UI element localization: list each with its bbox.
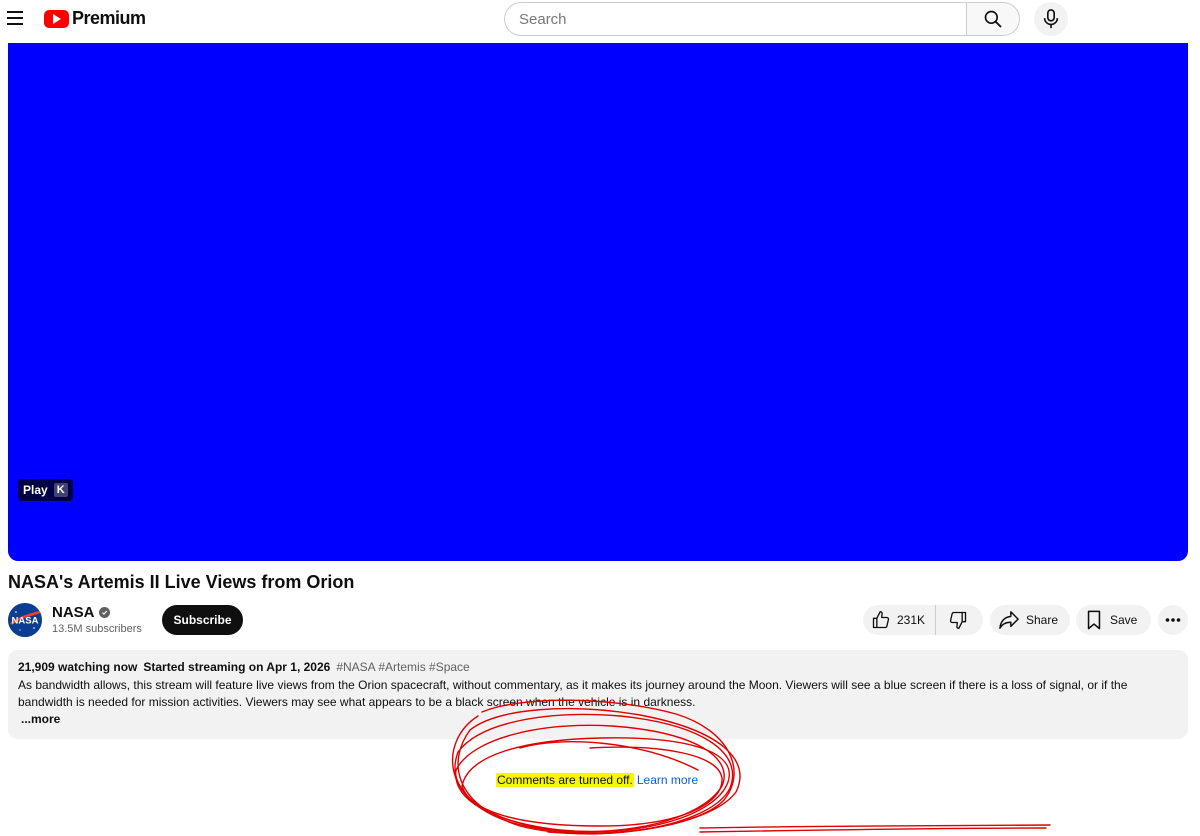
video-title: NASA's Artemis II Live Views from Orion	[8, 572, 355, 592]
more-horizontal-icon	[1165, 618, 1181, 622]
comments-off-text: Comments are turned off.	[496, 773, 634, 787]
like-dislike-group: 231K	[863, 605, 983, 635]
play-tooltip: Play K	[18, 479, 73, 501]
dislike-button[interactable]	[936, 605, 980, 635]
like-button[interactable]: 231K	[863, 605, 937, 635]
watching-count: 21,909 watching now	[18, 660, 138, 674]
nasa-logo-icon: NASA	[8, 603, 42, 637]
description-more-button[interactable]: ...more	[21, 711, 60, 728]
youtube-play-logo-icon	[44, 9, 69, 28]
top-bar: Premium	[0, 0, 1200, 43]
learn-more-link[interactable]: Learn more	[637, 773, 698, 787]
stream-start-date: Started streaming on Apr 1, 2026	[143, 660, 331, 674]
voice-search-button[interactable]	[1034, 2, 1068, 36]
channel-avatar[interactable]: NASA	[8, 603, 42, 637]
svg-text:NASA: NASA	[12, 616, 39, 627]
verified-check-icon	[98, 607, 110, 618]
share-button[interactable]: Share	[990, 605, 1070, 635]
microphone-icon	[1043, 9, 1059, 29]
search-input[interactable]	[504, 2, 966, 36]
comments-notice: Comments are turned off. Learn more	[496, 773, 698, 787]
search-icon	[984, 10, 1002, 28]
subscribe-button[interactable]: Subscribe	[162, 605, 243, 635]
description-text: As bandwidth allows, this stream will fe…	[18, 678, 1128, 709]
share-label: Share	[1026, 613, 1059, 627]
like-count: 231K	[897, 613, 926, 627]
channel-name-text: NASA	[52, 604, 95, 621]
search-button[interactable]	[966, 2, 1020, 36]
video-player[interactable]: Play K	[8, 43, 1188, 561]
save-label: Save	[1110, 613, 1138, 627]
more-actions-button[interactable]	[1158, 605, 1188, 635]
subscriber-count: 13.5M subscribers	[52, 623, 142, 635]
video-meta-row: 21,909 watching now Started streaming on…	[18, 659, 1178, 676]
hashtag-links[interactable]: #NASA #Artemis #Space	[336, 659, 469, 676]
thumbs-down-icon	[949, 611, 967, 629]
channel-name[interactable]: NASA	[52, 604, 110, 621]
search-bar	[504, 2, 1020, 36]
bookmark-icon	[1087, 610, 1101, 630]
play-tooltip-label: Play	[23, 483, 48, 497]
share-arrow-icon	[999, 611, 1019, 629]
description-box[interactable]: 21,909 watching now Started streaming on…	[8, 650, 1188, 739]
youtube-premium-logo[interactable]: Premium	[44, 8, 146, 29]
menu-icon[interactable]	[4, 6, 26, 30]
play-tooltip-shortcut: K	[53, 483, 68, 497]
logo-text: Premium	[72, 8, 146, 28]
save-button[interactable]: Save	[1076, 605, 1151, 635]
thumbs-up-icon	[872, 611, 890, 629]
